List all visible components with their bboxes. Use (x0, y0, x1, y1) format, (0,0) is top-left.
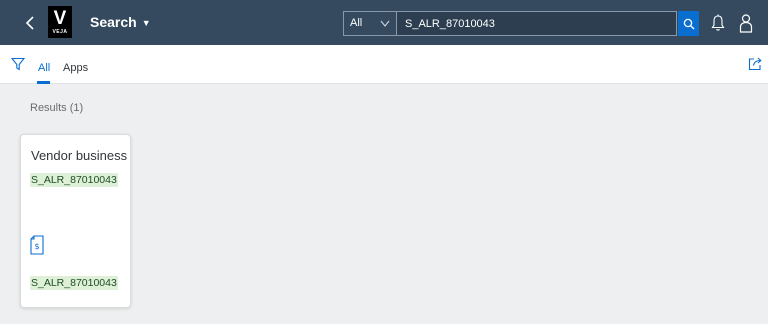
search-button[interactable] (678, 11, 699, 36)
search-input[interactable] (396, 11, 677, 36)
bell-icon (711, 14, 725, 31)
chevron-down-icon (380, 12, 390, 44)
tile-subtitle: S_ALR_87010043 (30, 173, 118, 187)
active-tab-indicator (37, 81, 50, 84)
filter-icon[interactable] (11, 57, 25, 71)
tile-title: Vendor business (31, 148, 128, 163)
share-icon[interactable] (748, 57, 762, 71)
tab-all[interactable]: All (38, 62, 50, 74)
app-title-menu[interactable]: Search ▼ (90, 14, 151, 30)
back-button[interactable] (18, 10, 42, 36)
user-icon (739, 14, 753, 33)
search-scope-value: All (350, 17, 363, 29)
search-scope-select[interactable]: All (343, 11, 396, 36)
chevron-left-icon (25, 16, 34, 30)
company-logo[interactable]: V VEJA (48, 6, 72, 38)
search-icon (683, 18, 694, 29)
tile-footer: S_ALR_87010043 (30, 276, 118, 290)
tab-bar: All Apps (0, 45, 768, 84)
app-tile[interactable]: Vendor business S_ALR_87010043 $ S_ALR_8… (20, 134, 131, 308)
user-menu-button[interactable] (737, 12, 755, 34)
app-title: Search (90, 14, 137, 30)
document-dollar-icon: $ (30, 235, 44, 255)
logo-letter: V (53, 8, 67, 29)
results-count: Results (1) (30, 102, 84, 114)
svg-text:$: $ (34, 242, 39, 251)
tab-apps[interactable]: Apps (63, 62, 88, 74)
logo-word: VEJA (52, 29, 68, 35)
caret-down-icon: ▼ (141, 17, 151, 28)
notifications-button[interactable] (709, 13, 727, 33)
shell-bar: V VEJA Search ▼ All (0, 0, 768, 45)
